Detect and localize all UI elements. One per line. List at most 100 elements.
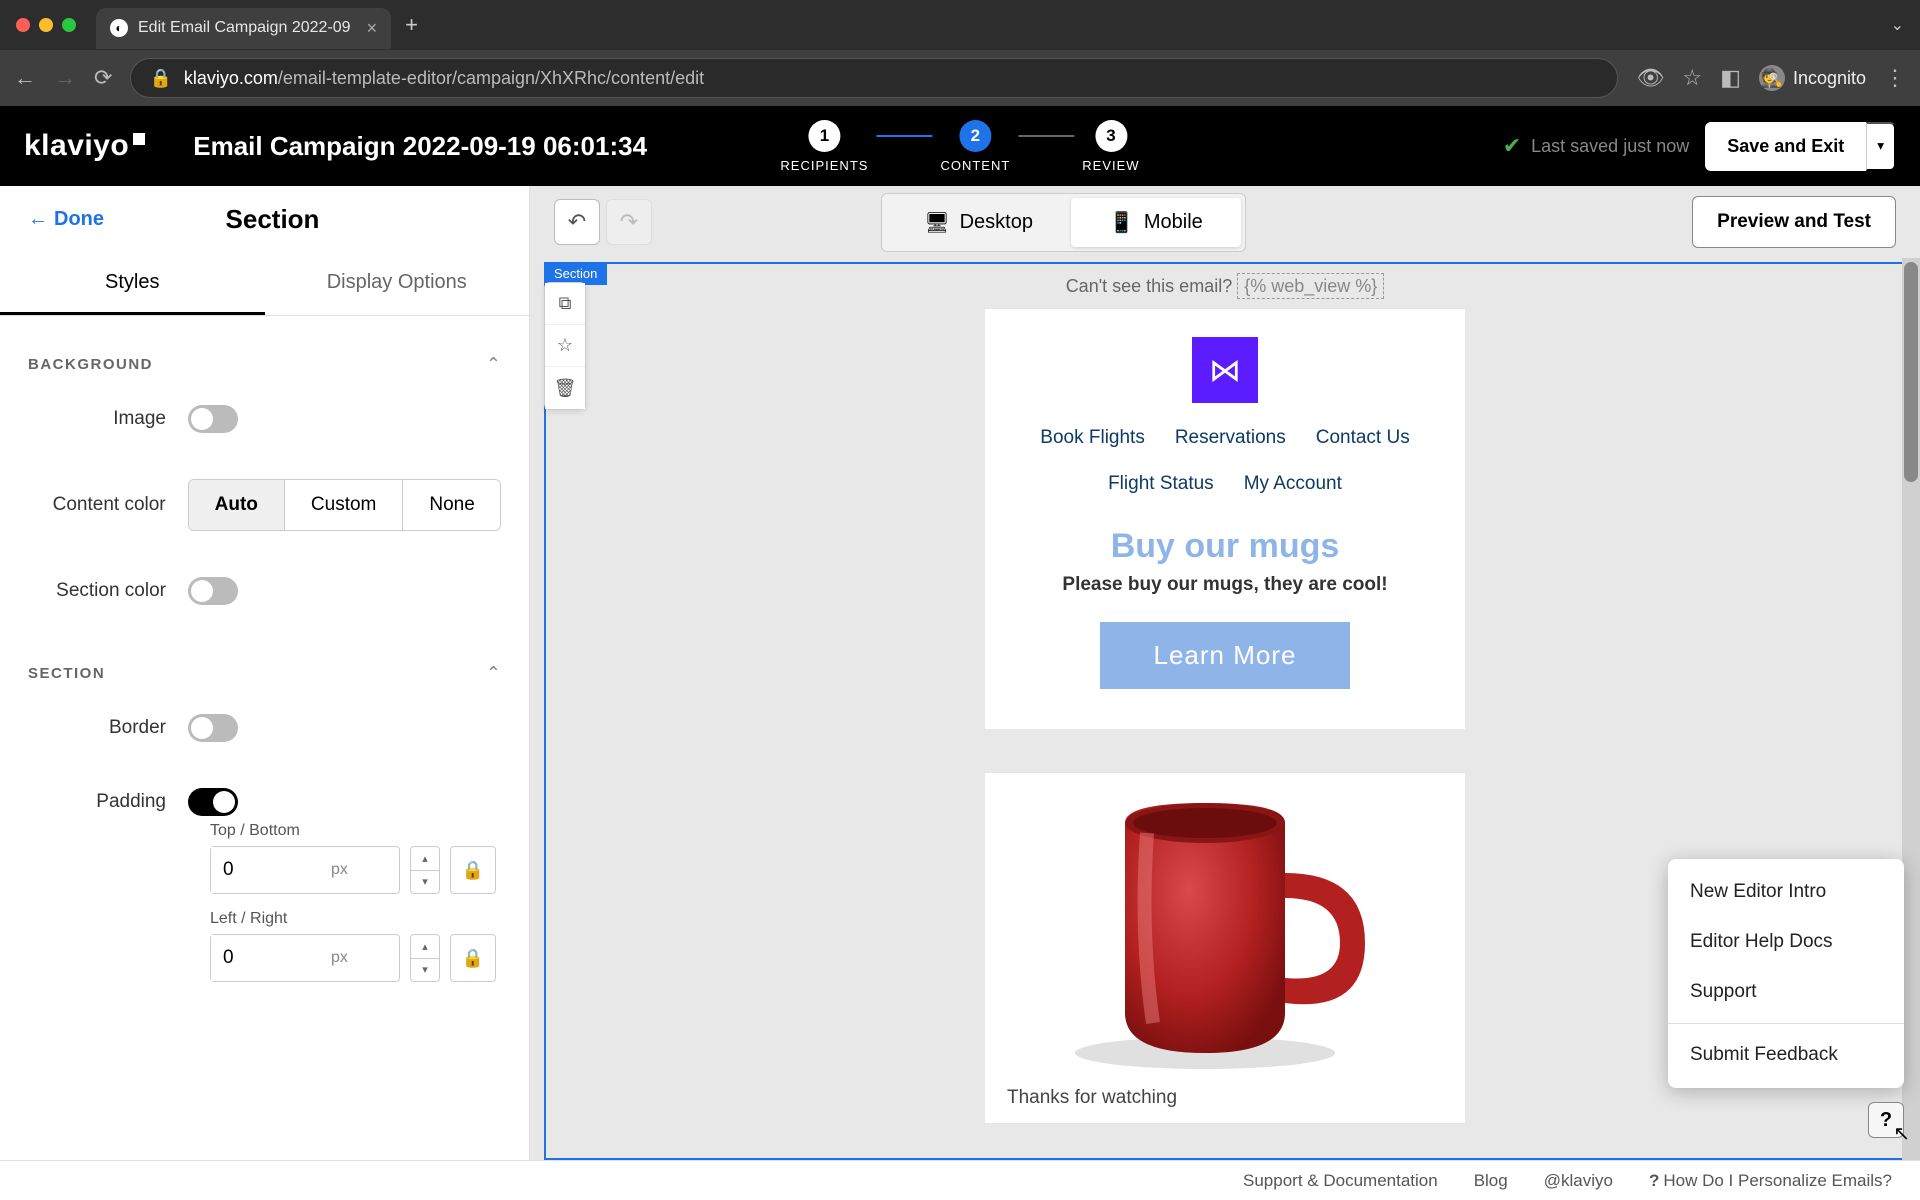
butterfly-icon: ⋈ <box>1209 351 1241 389</box>
tab-styles[interactable]: Styles <box>0 253 265 315</box>
chevron-down-icon[interactable]: ▾ <box>411 959 439 982</box>
favorite-button[interactable]: ☆ <box>545 325 585 367</box>
close-window[interactable] <box>16 18 30 32</box>
panel-title: Section <box>226 204 320 235</box>
duplicate-button[interactable]: ⧉ <box>545 283 585 325</box>
top-bottom-label: Top / Bottom <box>210 822 501 840</box>
help-menu-item[interactable]: Support <box>1668 967 1904 1017</box>
nav-link[interactable]: Reservations <box>1175 427 1286 449</box>
border-label: Border <box>28 717 188 739</box>
forward-icon: → <box>54 65 76 91</box>
footer-blog-link[interactable]: Blog <box>1474 1171 1508 1191</box>
panel-icon[interactable]: ◧ <box>1720 65 1741 91</box>
padding-left-right-input[interactable] <box>211 935 321 981</box>
tab-title: Edit Email Campaign 2022-09 <box>138 19 351 37</box>
mobile-view-button[interactable]: 📱Mobile <box>1071 198 1241 247</box>
back-icon[interactable]: ← <box>14 65 36 91</box>
save-and-exit-button[interactable]: Save and Exit <box>1705 122 1866 171</box>
reload-icon[interactable]: ⟳ <box>94 65 112 91</box>
help-menu-feedback[interactable]: Submit Feedback <box>1668 1030 1904 1080</box>
padding-tb-stepper[interactable]: ▴▾ <box>410 846 440 894</box>
new-tab-button[interactable]: + <box>405 12 418 38</box>
content-color-custom[interactable]: Custom <box>285 480 403 530</box>
arrow-left-icon: ← <box>28 208 48 231</box>
tab-favicon-icon: ◐ <box>110 19 128 37</box>
delete-button[interactable]: 🗑 <box>545 367 585 409</box>
accordion-section[interactable]: SECTION ⌃ <box>28 649 501 698</box>
copy-icon: ⧉ <box>559 293 572 313</box>
scrollbar-thumb[interactable] <box>1904 262 1918 482</box>
step-connector <box>1018 135 1074 137</box>
footer-handle-link[interactable]: @klaviyo <box>1544 1171 1613 1191</box>
logo-mark-icon <box>133 133 145 145</box>
canvas-toolbar: ↶ ↷ 🖥Desktop 📱Mobile Preview and Test <box>530 186 1920 258</box>
maximize-window[interactable] <box>62 18 76 32</box>
padding-lr-stepper[interactable]: ▴▾ <box>410 934 440 982</box>
nav-link[interactable]: Contact Us <box>1316 427 1410 449</box>
padding-tb-lock[interactable]: 🔒 <box>450 846 496 894</box>
klaviyo-logo[interactable]: klaviyo <box>24 129 145 163</box>
tab-display-options[interactable]: Display Options <box>265 253 530 315</box>
address-bar[interactable]: 🔒 klaviyo.com/email-template-editor/camp… <box>130 58 1618 98</box>
padding-top-bottom-input[interactable] <box>211 847 321 893</box>
footer-personalize-link[interactable]: ?How Do I Personalize Emails? <box>1649 1171 1892 1191</box>
chevron-up-icon[interactable]: ▴ <box>411 935 439 959</box>
incognito-badge: 🕵 Incognito <box>1759 65 1866 91</box>
help-menu-item[interactable]: New Editor Intro <box>1668 867 1904 917</box>
step-label: CONTENT <box>940 158 1010 173</box>
step-review[interactable]: 3 REVIEW <box>1082 120 1139 173</box>
wizard-steps: 1 RECIPIENTS 2 CONTENT 3 REVIEW <box>780 120 1139 173</box>
star-icon[interactable]: ☆ <box>1682 65 1702 91</box>
content-color-none[interactable]: None <box>403 480 500 530</box>
brand-logo: ⋈ <box>1192 337 1258 403</box>
step-label: RECIPIENTS <box>780 158 868 173</box>
web-view-tag[interactable]: {% web_view %} <box>1237 273 1384 299</box>
scrollbar-track[interactable] <box>1902 258 1920 1160</box>
padding-lr-lock[interactable]: 🔒 <box>450 934 496 982</box>
step-content[interactable]: 2 CONTENT <box>940 120 1010 173</box>
chevron-down-icon[interactable]: ▾ <box>411 871 439 894</box>
step-label: REVIEW <box>1082 158 1139 173</box>
chevron-up-icon[interactable]: ▴ <box>411 847 439 871</box>
browser-toolbar: ← → ⟳ 🔒 klaviyo.com/email-template-edito… <box>0 50 1920 106</box>
nav-link[interactable]: My Account <box>1244 473 1342 495</box>
redo-icon: ↷ <box>620 209 638 235</box>
product-image-block[interactable] <box>985 773 1465 1073</box>
url-path: /email-template-editor/campaign/XhXRhc/c… <box>278 68 704 89</box>
desktop-view-button[interactable]: 🖥Desktop <box>886 198 1071 247</box>
footer-support-link[interactable]: Support & Documentation <box>1243 1171 1438 1191</box>
email-preview: Can't see this email? {% web_view %} ⋈ B… <box>985 264 1465 1123</box>
cta-button[interactable]: Learn More <box>1100 622 1350 689</box>
nav-link[interactable]: Book Flights <box>1040 427 1145 449</box>
padding-toggle[interactable] <box>188 788 238 816</box>
section-color-toggle[interactable] <box>188 577 238 605</box>
help-menu-item[interactable]: Editor Help Docs <box>1668 917 1904 967</box>
browser-tab[interactable]: ◐ Edit Email Campaign 2022-09 × <box>96 8 391 49</box>
preview-and-test-button[interactable]: Preview and Test <box>1692 196 1896 248</box>
step-recipients[interactable]: 1 RECIPIENTS <box>780 120 868 173</box>
content-color-label: Content color <box>28 494 188 516</box>
accordion-background[interactable]: BACKGROUND ⌃ <box>28 340 501 389</box>
chevron-down-icon[interactable]: ⌄ <box>1891 15 1904 35</box>
eye-off-icon[interactable]: 👁 <box>1636 65 1664 91</box>
close-tab-icon[interactable]: × <box>367 18 378 39</box>
desktop-label: Desktop <box>960 211 1033 234</box>
nav-link[interactable]: Flight Status <box>1108 473 1214 495</box>
spacer <box>985 759 1465 773</box>
minimize-window[interactable] <box>39 18 53 32</box>
kebab-menu-icon[interactable]: ⋮ <box>1884 65 1906 91</box>
content-color-auto[interactable]: Auto <box>189 480 285 530</box>
undo-button[interactable]: ↶ <box>554 199 600 245</box>
email-nav: Book Flights Reservations Contact Us Fli… <box>985 413 1465 509</box>
question-icon: ? <box>1649 1171 1659 1190</box>
image-toggle[interactable] <box>188 405 238 433</box>
step-number: 2 <box>959 120 991 152</box>
section-floating-toolbar: ⧉ ☆ 🗑 <box>544 282 586 410</box>
done-button[interactable]: ← Done <box>28 208 104 231</box>
border-toggle[interactable] <box>188 714 238 742</box>
window-controls <box>16 18 76 32</box>
section-color-label: Section color <box>28 580 188 602</box>
save-exit-dropdown[interactable]: ▾ <box>1866 122 1896 171</box>
mug-image <box>1055 783 1395 1073</box>
check-circle-icon: ✔ <box>1503 133 1521 159</box>
